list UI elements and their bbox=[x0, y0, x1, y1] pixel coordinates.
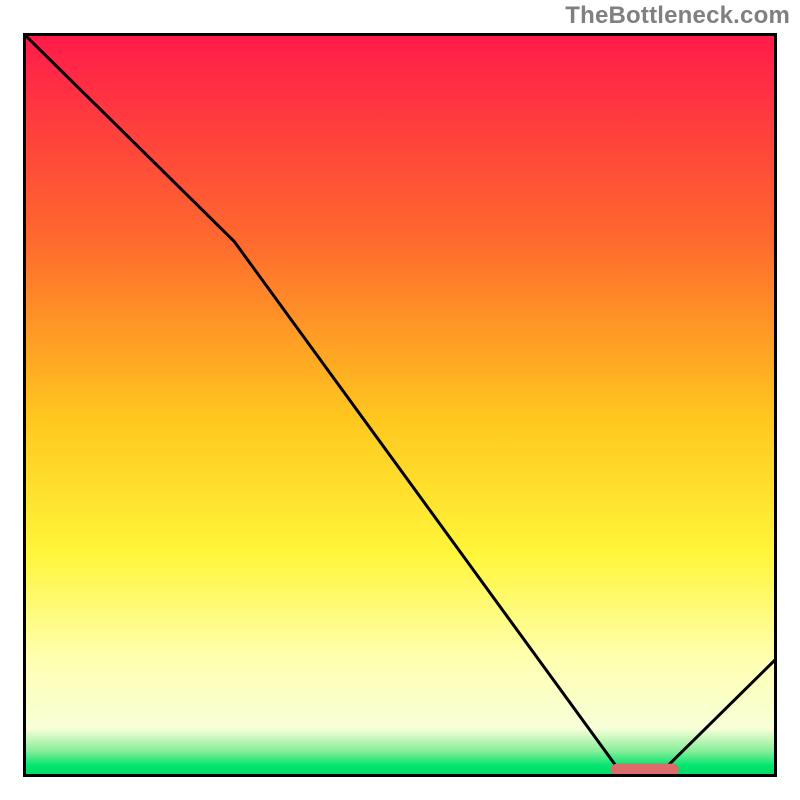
optimal-range-marker bbox=[611, 764, 679, 776]
watermark-text: TheBottleneck.com bbox=[565, 2, 790, 30]
plot-svg bbox=[23, 33, 777, 777]
plot-area bbox=[23, 33, 777, 777]
chart-container: TheBottleneck.com bbox=[0, 0, 800, 800]
